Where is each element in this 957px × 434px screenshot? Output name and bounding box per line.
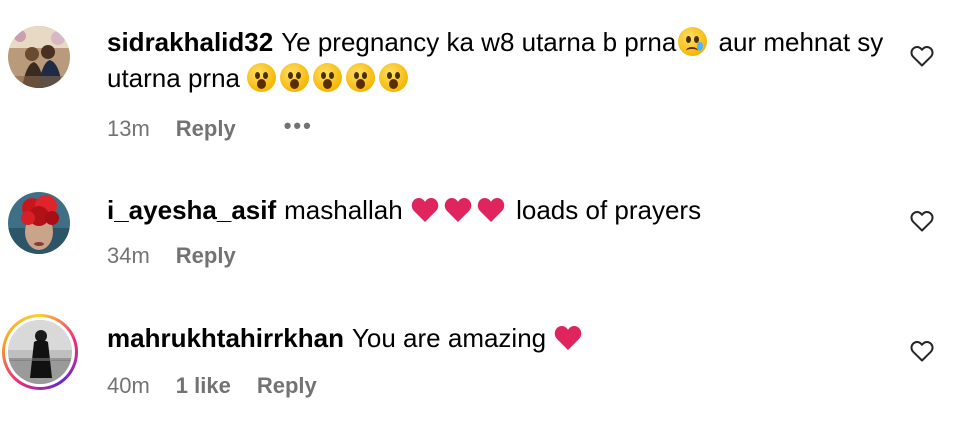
- heart-outline-icon[interactable]: [910, 210, 934, 232]
- avatar-image: [8, 192, 70, 254]
- avatar-image: [8, 320, 72, 384]
- comment-text: mashallah: [284, 195, 410, 225]
- comment-text: Ye pregnancy ka w8 utarna b prna: [281, 27, 677, 57]
- more-options-icon[interactable]: •••: [284, 112, 313, 140]
- comment-username[interactable]: sidrakhalid32: [107, 27, 273, 57]
- red-heart-icon: [444, 197, 472, 222]
- crying-face-icon: [678, 27, 708, 56]
- comment-meta: 34m Reply: [107, 242, 262, 270]
- comment-username[interactable]: i_ayesha_asif: [107, 195, 276, 225]
- comment-timestamp: 40m: [107, 373, 150, 398]
- heart-outline-icon[interactable]: [910, 45, 934, 67]
- comment-meta: 13m Reply •••: [107, 112, 339, 143]
- comment-item: i_ayesha_asif mashallah loads of prayers …: [0, 150, 957, 280]
- comment-timestamp: 34m: [107, 243, 150, 268]
- comment-text: loads of prayers: [508, 195, 702, 225]
- heart-outline-icon[interactable]: [910, 340, 934, 362]
- avatar[interactable]: [8, 192, 70, 254]
- hushed-face-icon: [247, 63, 277, 92]
- likes-count-button[interactable]: 1 like: [176, 373, 231, 398]
- avatar-image: [8, 26, 70, 88]
- comment-username[interactable]: mahrukhtahirrkhan: [107, 323, 344, 353]
- reply-button[interactable]: Reply: [176, 116, 236, 141]
- hushed-face-icon: [313, 63, 343, 92]
- avatar[interactable]: [8, 26, 70, 88]
- hushed-face-icon: [379, 63, 409, 92]
- comment-item: sidrakhalid32 Ye pregnancy ka w8 utarna b…: [0, 0, 957, 150]
- red-heart-icon: [477, 197, 505, 222]
- comment-meta: 40m 1 like Reply: [107, 372, 343, 400]
- comment-body: sidrakhalid32 Ye pregnancy ka w8 utarna b…: [107, 24, 897, 96]
- hushed-face-icon: [280, 63, 310, 92]
- red-heart-icon: [555, 325, 582, 350]
- comment-text: You are amazing: [351, 323, 554, 353]
- comment-item: mahrukhtahirrkhan You are amazing 40m 1 li…: [0, 280, 957, 434]
- comment-body: mahrukhtahirrkhan You are amazing: [107, 320, 897, 356]
- comment-timestamp: 13m: [107, 116, 150, 141]
- reply-button[interactable]: Reply: [176, 243, 236, 268]
- comment-body: i_ayesha_asif mashallah loads of prayers: [107, 192, 897, 228]
- avatar[interactable]: [2, 314, 78, 390]
- hushed-face-icon: [346, 63, 376, 92]
- reply-button[interactable]: Reply: [257, 373, 317, 398]
- red-heart-icon: [411, 197, 439, 222]
